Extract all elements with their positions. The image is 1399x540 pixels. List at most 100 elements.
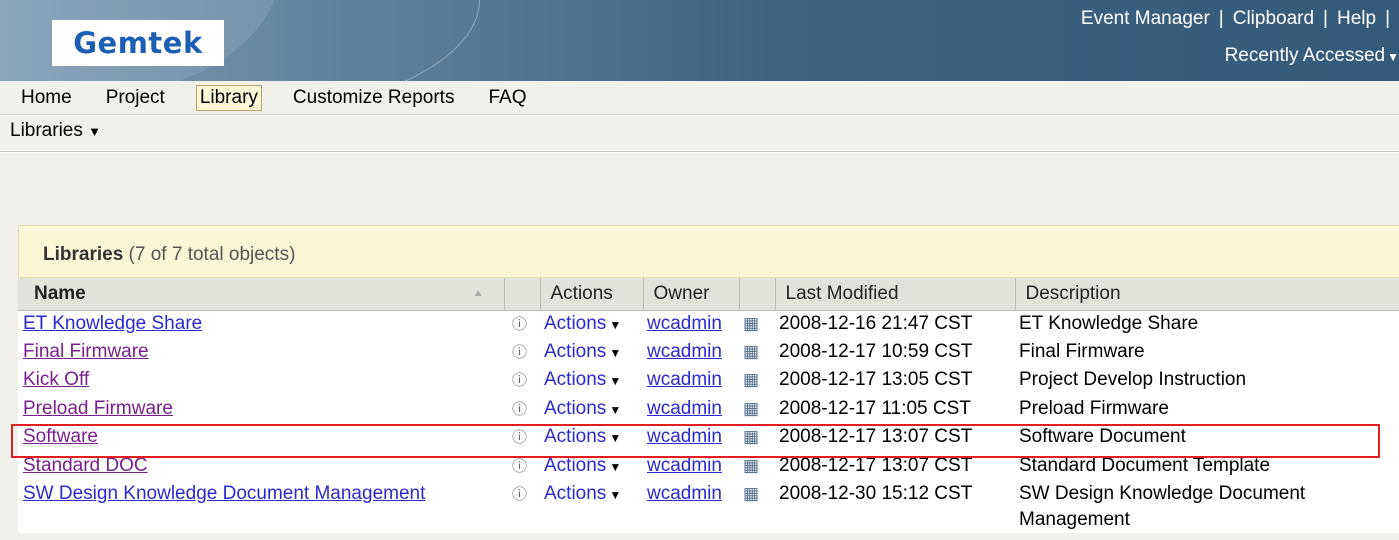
- owner-link[interactable]: wcadmin: [647, 426, 722, 447]
- actions-label: Actions: [544, 340, 607, 362]
- owner-icon[interactable]: ▦: [743, 484, 759, 503]
- owner-link[interactable]: wcadmin: [647, 369, 722, 390]
- column-header-description[interactable]: Description: [1015, 278, 1399, 311]
- owner-icon[interactable]: ▦: [743, 399, 759, 418]
- library-name-cell: ET Knowledge Share: [18, 310, 504, 339]
- nav-project[interactable]: Project: [103, 86, 168, 110]
- library-name-cell: Kick Off: [18, 367, 504, 396]
- owner-icon[interactable]: ▦: [743, 456, 759, 475]
- table-row: Final Firmware ⓘ Actions ▼ wcadmin ▦ 2008-12-1…: [18, 339, 1399, 368]
- owner-icon[interactable]: ▦: [743, 342, 759, 361]
- info-cell: ⓘ: [504, 424, 540, 453]
- event-manager-link[interactable]: Event Manager: [1081, 8, 1210, 29]
- actions-cell: Actions ▼: [540, 367, 643, 396]
- recently-accessed-menu[interactable]: Recently Accessed ▼: [1225, 45, 1399, 67]
- library-name-cell: Final Firmware: [18, 339, 504, 368]
- object-count: (7 of 7 total objects): [128, 244, 296, 265]
- owner-icon-cell: ▦: [739, 367, 775, 396]
- owner-cell: wcadmin: [643, 396, 739, 425]
- column-header-name[interactable]: Name ▲: [18, 278, 505, 311]
- chevron-down-icon: ▼: [609, 317, 622, 332]
- info-cell: ⓘ: [504, 339, 540, 368]
- separator: |: [1218, 8, 1224, 29]
- nav-customize-reports[interactable]: Customize Reports: [290, 86, 458, 110]
- actions-menu[interactable]: Actions ▼: [544, 369, 621, 390]
- nav-library[interactable]: Library: [195, 84, 262, 111]
- actions-cell: Actions ▼: [540, 339, 643, 368]
- table-row: Software ⓘ Actions ▼ wcadmin ▦ 2008-12-17 13:0…: [18, 424, 1399, 453]
- column-header-owner[interactable]: Owner: [643, 278, 740, 311]
- library-name-link[interactable]: Standard DOC: [23, 455, 148, 476]
- nav-faq[interactable]: FAQ: [485, 86, 529, 110]
- table-row: SW Design Knowledge Document Management ⓘ…: [18, 481, 1399, 533]
- info-icon[interactable]: ⓘ: [508, 429, 527, 446]
- actions-menu[interactable]: Actions ▼: [544, 398, 621, 419]
- library-name-link[interactable]: Kick Off: [23, 369, 89, 390]
- actions-menu[interactable]: Actions ▼: [544, 426, 621, 447]
- library-name-link[interactable]: ET Knowledge Share: [23, 313, 202, 334]
- libraries-table: Name ▲ Actions Owner Last Modified Descri…: [18, 278, 1399, 533]
- nav-home[interactable]: Home: [18, 86, 75, 110]
- actions-menu[interactable]: Actions ▼: [544, 341, 621, 362]
- table-row: Preload Firmware ⓘ Actions ▼ wcadmin ▦ 2008-12…: [18, 396, 1399, 425]
- description-cell: Project Develop Instruction: [1019, 369, 1247, 390]
- column-name-label: Name: [34, 282, 86, 304]
- logo-text: Gemtek: [73, 26, 203, 60]
- owner-cell: wcadmin: [643, 424, 739, 453]
- info-icon[interactable]: ⓘ: [508, 316, 527, 333]
- info-icon[interactable]: ⓘ: [508, 458, 527, 475]
- owner-icon[interactable]: ▦: [743, 427, 759, 446]
- last-modified-cell: 2008-12-16 21:47 CST: [779, 312, 973, 334]
- owner-icon-cell: ▦: [739, 453, 775, 482]
- info-icon[interactable]: ⓘ: [508, 401, 527, 418]
- owner-link[interactable]: wcadmin: [647, 341, 722, 362]
- libraries-menu-label: Libraries: [10, 120, 83, 141]
- description-cell: ET Knowledge Share: [1019, 312, 1199, 334]
- chevron-down-icon: ▼: [609, 345, 622, 360]
- table-row: ET Knowledge Share ⓘ Actions ▼ wcadmin ▦ 2008-…: [18, 310, 1399, 339]
- clipboard-link[interactable]: Clipboard: [1233, 8, 1314, 29]
- owner-link[interactable]: wcadmin: [647, 483, 722, 504]
- sort-icon[interactable]: ▲: [473, 287, 484, 299]
- actions-label: Actions: [544, 426, 607, 447]
- panel-title: Libraries (7 of 7 total objects): [18, 225, 1399, 278]
- info-icon[interactable]: ⓘ: [508, 486, 527, 503]
- library-name-cell: SW Design Knowledge Document Management: [18, 481, 504, 533]
- info-cell: ⓘ: [504, 396, 540, 425]
- libraries-menu[interactable]: Libraries ▼: [10, 120, 101, 141]
- actions-menu[interactable]: Actions ▼: [544, 483, 621, 504]
- column-header-info: [504, 278, 541, 311]
- owner-link[interactable]: wcadmin: [647, 313, 722, 334]
- library-name-link[interactable]: Preload Firmware: [23, 398, 173, 419]
- utility-links: Event Manager | Clipboard | Help |: [1081, 8, 1399, 30]
- owner-icon[interactable]: ▦: [743, 370, 759, 389]
- library-name-cell: Software: [18, 424, 504, 453]
- info-icon[interactable]: ⓘ: [508, 372, 527, 389]
- library-name-link[interactable]: SW Design Knowledge Document Management: [23, 483, 425, 504]
- actions-menu[interactable]: Actions ▼: [544, 313, 621, 334]
- actions-menu[interactable]: Actions ▼: [544, 455, 621, 476]
- owner-link[interactable]: wcadmin: [647, 398, 722, 419]
- library-name-link[interactable]: Software: [23, 426, 98, 447]
- separator: |: [1323, 8, 1328, 29]
- actions-label: Actions: [544, 312, 607, 334]
- library-name-link[interactable]: Final Firmware: [23, 341, 149, 362]
- chevron-down-icon: ▼: [609, 488, 622, 502]
- owner-icon[interactable]: ▦: [743, 314, 759, 333]
- chevron-down-icon: ▼: [88, 124, 102, 139]
- owner-icon-cell: ▦: [739, 339, 775, 368]
- owner-cell: wcadmin: [643, 481, 739, 533]
- actions-label: Actions: [544, 397, 607, 419]
- actions-cell: Actions ▼: [540, 424, 643, 453]
- info-cell: ⓘ: [504, 310, 540, 339]
- info-cell: ⓘ: [504, 453, 540, 482]
- column-header-last-modified[interactable]: Last Modified: [775, 278, 1016, 311]
- actions-cell: Actions ▼: [540, 310, 643, 339]
- help-link[interactable]: Help: [1337, 8, 1376, 29]
- column-header-owner-icon: [739, 278, 776, 311]
- owner-icon-cell: ▦: [739, 481, 775, 533]
- owner-link[interactable]: wcadmin: [647, 455, 722, 476]
- logo[interactable]: Gemtek: [52, 20, 224, 66]
- info-icon[interactable]: ⓘ: [508, 344, 527, 361]
- actions-label: Actions: [544, 483, 607, 504]
